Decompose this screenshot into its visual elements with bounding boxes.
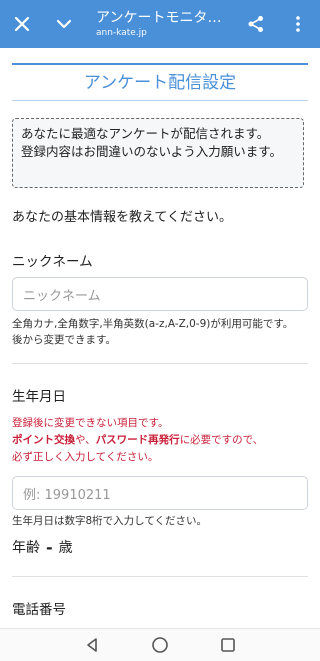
more-options-button[interactable] (284, 0, 312, 48)
main-content: アンケート配信設定 あなたに最適なアンケートが配信されます。 登録内容はお間違い… (0, 48, 320, 628)
age-value: - (46, 537, 53, 557)
birthdate-placeholder: 例: 19910211 (23, 487, 111, 503)
back-icon (87, 638, 97, 652)
page-title: アンケート配信設定 (83, 73, 237, 93)
age-label: 年齢 (12, 540, 40, 556)
warning-line-2: ポイント交換や、パスワード再発行に必要ですので、 (12, 432, 263, 449)
share-button[interactable] (240, 0, 272, 48)
back-button[interactable] (72, 629, 112, 661)
nickname-help: 全角カナ,全角数字,半角英数(a-z,A-Z,0-9)が利用可能です。 後から変… (12, 316, 293, 348)
warning-line-3: 必ず正しく入力してください。 (12, 451, 159, 463)
nickname-help-line-2: 後から変更できます。 (12, 334, 116, 346)
header-rule-bottom (12, 100, 308, 101)
more-vertical-icon (296, 16, 300, 32)
nickname-help-line-1: 全角カナ,全角数字,半角英数(a-z,A-Z,0-9)が利用可能です。 (12, 318, 294, 330)
chevron-down-icon (56, 19, 72, 29)
close-button[interactable] (6, 0, 38, 48)
site-domain: ann-kate.jp (96, 28, 147, 38)
share-icon (248, 16, 263, 32)
notice-line-2: 登録内容はお間違いのないよう入力願います。 (21, 144, 283, 159)
recent-apps-icon (221, 638, 235, 652)
browser-toolbar: アンケートモニタ… ann-kate.jp (0, 0, 320, 48)
nickname-label: ニックネーム (12, 254, 93, 270)
collapse-button[interactable] (48, 0, 80, 48)
divider (12, 576, 308, 577)
intro-text: あなたの基本情報を教えてください。 (12, 210, 232, 225)
notice-line-1: あなたに最適なアンケートが配信されます。 (21, 126, 270, 141)
warning-point-exchange: ポイント交換 (12, 434, 75, 446)
warning-tail: に必要ですので、 (179, 434, 264, 446)
close-icon (14, 16, 30, 32)
age-unit: 歳 (58, 540, 73, 556)
warning-line-1: 登録後に変更できない項目です。 (12, 417, 169, 429)
divider (12, 363, 308, 364)
birthdate-label: 生年月日 (12, 389, 66, 405)
nickname-input[interactable]: ニックネーム (12, 277, 308, 311)
nickname-placeholder: ニックネーム (23, 288, 101, 304)
notice-box: あなたに最適なアンケートが配信されます。 登録内容はお間違いのないよう入力願いま… (12, 118, 304, 188)
home-button[interactable] (140, 629, 180, 661)
birthdate-input[interactable]: 例: 19910211 (12, 476, 308, 510)
warning-sep: や、 (75, 434, 96, 446)
warning-password-reset: パスワード再発行 (95, 434, 180, 446)
birthdate-warning: 登録後に変更できない項目です。 ポイント交換や、パスワード再発行に必要ですので、… (12, 415, 263, 466)
phone-label: 電話番号 (12, 602, 66, 618)
system-nav-bar (0, 628, 320, 661)
home-icon (152, 637, 168, 653)
birthdate-help: 生年月日は数字8桁で入力してください。 (12, 515, 208, 527)
recent-apps-button[interactable] (208, 629, 248, 661)
age-display: 年齢 - 歳 (12, 537, 73, 557)
header-rule-top (12, 63, 308, 65)
page-title-bar: アンケートモニタ… (96, 10, 222, 26)
